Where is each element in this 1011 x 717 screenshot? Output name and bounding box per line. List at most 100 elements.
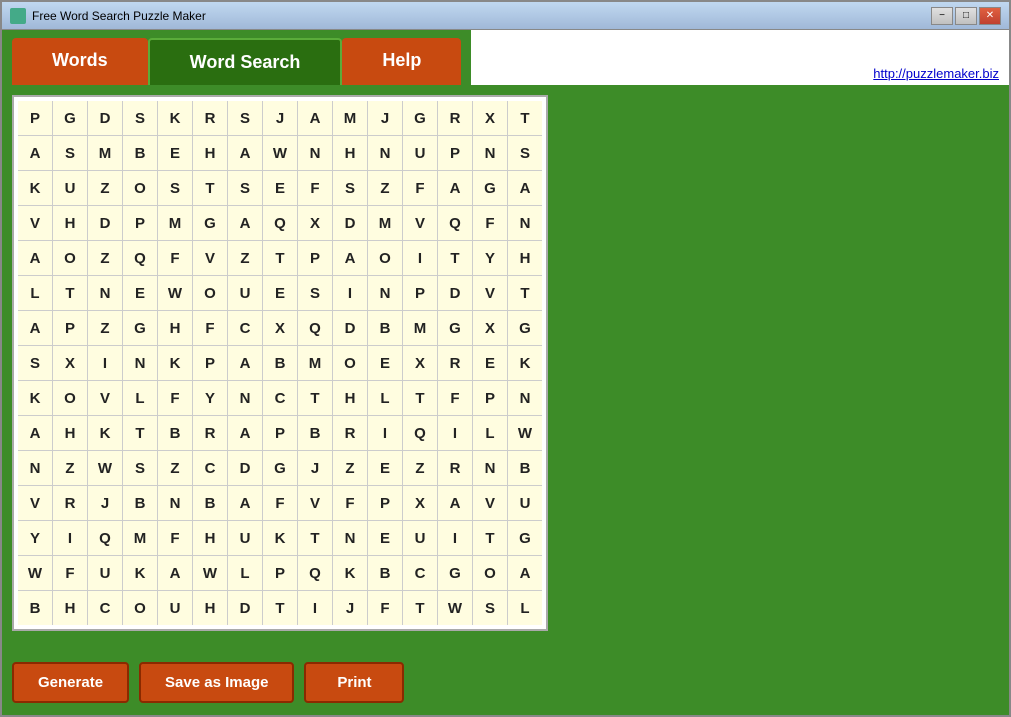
- grid-cell: Z: [403, 451, 437, 485]
- grid-cell: B: [368, 311, 402, 345]
- grid-cell: A: [18, 136, 52, 170]
- grid-cell: V: [298, 486, 332, 520]
- grid-cell: V: [88, 381, 122, 415]
- grid-cell: F: [438, 381, 472, 415]
- grid-cell: M: [403, 311, 437, 345]
- grid-cell: N: [298, 136, 332, 170]
- puzzle-grid: PGDSKRSJAMJGRXTASMBEHAWNHNUPNSKUZOSTSEFS…: [18, 101, 542, 625]
- grid-cell: G: [438, 311, 472, 345]
- grid-cell: B: [158, 416, 192, 450]
- grid-cell: K: [123, 556, 157, 590]
- puzzle-container: PGDSKRSJAMJGRXTASMBEHAWNHNUPNSKUZOSTSEFS…: [12, 95, 548, 631]
- grid-cell: L: [123, 381, 157, 415]
- grid-cell: W: [88, 451, 122, 485]
- grid-cell: T: [508, 276, 542, 310]
- grid-cell: J: [368, 101, 402, 135]
- grid-cell: D: [228, 451, 262, 485]
- grid-cell: B: [123, 136, 157, 170]
- grid-cell: D: [333, 206, 367, 240]
- grid-cell: R: [438, 101, 472, 135]
- grid-cell: Q: [123, 241, 157, 275]
- close-button[interactable]: ✕: [979, 7, 1001, 25]
- grid-cell: Q: [88, 521, 122, 555]
- grid-cell: A: [228, 206, 262, 240]
- save-as-image-button[interactable]: Save as Image: [139, 662, 294, 703]
- grid-cell: C: [263, 381, 297, 415]
- grid-cell: A: [158, 556, 192, 590]
- grid-cell: Y: [193, 381, 227, 415]
- grid-cell: K: [18, 171, 52, 205]
- grid-cell: U: [158, 591, 192, 625]
- grid-cell: A: [508, 171, 542, 205]
- grid-cell: Z: [368, 171, 402, 205]
- grid-cell: L: [368, 381, 402, 415]
- grid-cell: X: [473, 311, 507, 345]
- window-title: Free Word Search Puzzle Maker: [32, 9, 931, 23]
- grid-cell: G: [193, 206, 227, 240]
- grid-cell: A: [228, 486, 262, 520]
- grid-cell: U: [88, 556, 122, 590]
- grid-cell: O: [53, 381, 87, 415]
- grid-cell: W: [438, 591, 472, 625]
- grid-cell: S: [18, 346, 52, 380]
- grid-cell: P: [18, 101, 52, 135]
- grid-cell: N: [508, 381, 542, 415]
- print-button[interactable]: Print: [304, 662, 404, 703]
- grid-cell: Z: [53, 451, 87, 485]
- tab-help[interactable]: Help: [342, 38, 461, 85]
- grid-cell: R: [438, 346, 472, 380]
- grid-cell: X: [263, 311, 297, 345]
- grid-cell: T: [438, 241, 472, 275]
- grid-cell: I: [53, 521, 87, 555]
- website-link[interactable]: http://puzzlemaker.biz: [873, 66, 999, 81]
- grid-cell: E: [473, 346, 507, 380]
- grid-cell: P: [263, 416, 297, 450]
- grid-cell: A: [228, 416, 262, 450]
- grid-cell: N: [368, 276, 402, 310]
- grid-cell: F: [473, 206, 507, 240]
- header-white-area: http://puzzlemaker.biz: [471, 30, 1009, 85]
- maximize-button[interactable]: □: [955, 7, 977, 25]
- grid-cell: S: [333, 171, 367, 205]
- grid-cell: B: [193, 486, 227, 520]
- grid-cell: R: [193, 416, 227, 450]
- grid-cell: O: [53, 241, 87, 275]
- grid-cell: O: [368, 241, 402, 275]
- grid-cell: T: [403, 591, 437, 625]
- grid-cell: I: [438, 521, 472, 555]
- grid-cell: I: [438, 416, 472, 450]
- grid-cell: U: [403, 136, 437, 170]
- grid-cell: E: [158, 136, 192, 170]
- grid-cell: Q: [263, 206, 297, 240]
- grid-cell: X: [473, 101, 507, 135]
- generate-button[interactable]: Generate: [12, 662, 129, 703]
- grid-cell: O: [473, 556, 507, 590]
- grid-cell: R: [53, 486, 87, 520]
- tab-word-search[interactable]: Word Search: [148, 38, 343, 85]
- grid-cell: V: [473, 486, 507, 520]
- grid-cell: V: [18, 486, 52, 520]
- grid-cell: F: [158, 521, 192, 555]
- grid-cell: B: [263, 346, 297, 380]
- grid-cell: V: [193, 241, 227, 275]
- grid-cell: N: [368, 136, 402, 170]
- grid-cell: K: [508, 346, 542, 380]
- grid-cell: E: [263, 276, 297, 310]
- grid-cell: K: [263, 521, 297, 555]
- grid-cell: H: [53, 206, 87, 240]
- grid-cell: A: [438, 171, 472, 205]
- grid-cell: M: [333, 101, 367, 135]
- grid-cell: U: [228, 276, 262, 310]
- grid-cell: N: [18, 451, 52, 485]
- grid-cell: B: [298, 416, 332, 450]
- window-controls: − □ ✕: [931, 7, 1001, 25]
- tab-words[interactable]: Words: [12, 38, 148, 85]
- grid-cell: S: [473, 591, 507, 625]
- grid-cell: F: [53, 556, 87, 590]
- grid-cell: N: [508, 206, 542, 240]
- grid-cell: P: [298, 241, 332, 275]
- grid-cell: L: [18, 276, 52, 310]
- grid-cell: K: [333, 556, 367, 590]
- grid-cell: N: [88, 276, 122, 310]
- minimize-button[interactable]: −: [931, 7, 953, 25]
